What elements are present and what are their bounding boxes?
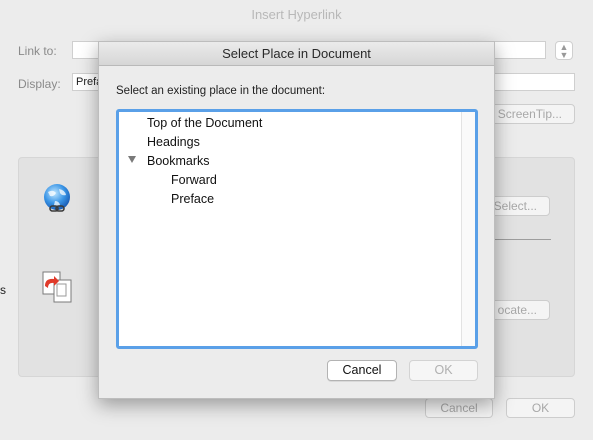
side-text-fragment: s <box>0 283 6 297</box>
divider-line <box>492 239 551 240</box>
link-to-stepper[interactable]: ▲ ▼ <box>555 41 573 60</box>
dialog-instruction: Select an existing place in the document… <box>116 85 326 97</box>
select-place-dialog: Select Place in Document Select an exist… <box>98 41 495 399</box>
tree-item-bookmark-preface[interactable]: Preface <box>171 192 214 206</box>
dialog-title: Select Place in Document <box>99 42 494 66</box>
chevron-down-icon: ▼ <box>559 50 569 60</box>
list-scrollbar[interactable] <box>461 112 475 346</box>
background-cancel-button[interactable]: Cancel <box>425 398 493 418</box>
globe-link-icon <box>44 184 70 212</box>
tree-item-top-of-document[interactable]: Top of the Document <box>147 116 262 130</box>
window-title: Insert Hyperlink <box>251 7 342 22</box>
ok-button[interactable]: OK <box>409 360 478 381</box>
display-label: Display: <box>18 77 61 91</box>
tree-item-bookmark-forward[interactable]: Forward <box>171 173 217 187</box>
background-ok-button[interactable]: OK <box>506 398 575 418</box>
tree-item-bookmarks[interactable]: Bookmarks <box>147 154 210 168</box>
disclosure-triangle-icon[interactable] <box>128 156 136 163</box>
cancel-button[interactable]: Cancel <box>327 360 397 381</box>
tree-item-headings[interactable]: Headings <box>147 135 200 149</box>
document-places-list[interactable]: Top of the Document Headings Bookmarks F… <box>116 109 478 349</box>
link-to-label: Link to: <box>18 44 57 58</box>
document-link-icon <box>42 271 72 303</box>
